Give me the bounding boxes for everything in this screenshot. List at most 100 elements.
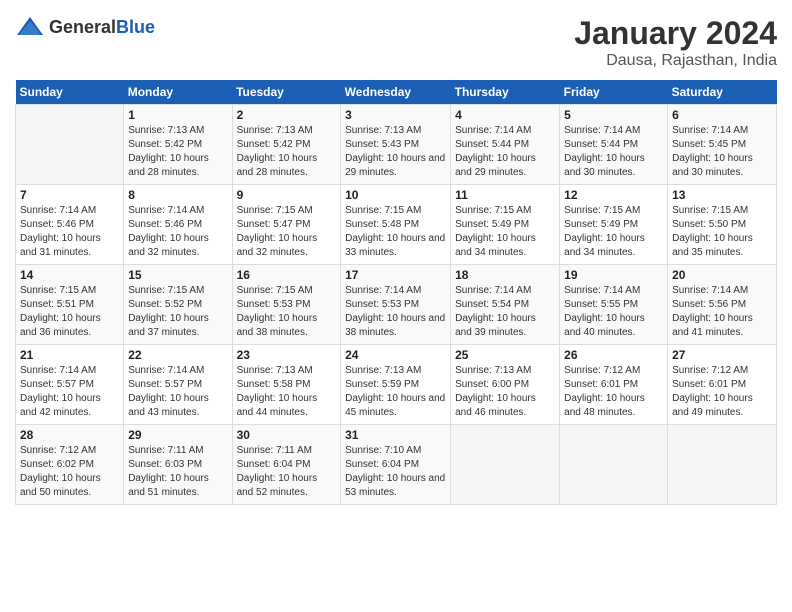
- title-section: January 2024 Dausa, Rajasthan, India: [574, 15, 777, 70]
- weekday-header-row: SundayMondayTuesdayWednesdayThursdayFrid…: [16, 80, 777, 105]
- logo-icon: [15, 15, 45, 39]
- calendar-cell: 4 Sunrise: 7:14 AMSunset: 5:44 PMDaylight…: [451, 105, 560, 185]
- day-info: Sunrise: 7:10 AMSunset: 6:04 PMDaylight:…: [345, 444, 446, 500]
- calendar-cell: 21 Sunrise: 7:14 AMSunset: 5:57 PMDayligh…: [16, 345, 124, 425]
- day-info: Sunrise: 7:14 AMSunset: 5:53 PMDaylight:…: [345, 284, 446, 340]
- calendar-cell: 1Sunrise: 7:13 AMSunset: 5:42 PMDaylight…: [124, 105, 232, 185]
- calendar-cell: 27Sunrise: 7:12 AMSunset: 6:01 PMDayligh…: [668, 345, 777, 425]
- day-number: 4: [455, 108, 555, 122]
- calendar-week-row: 7 Sunrise: 7:14 AMSunset: 5:46 PMDaylight…: [16, 185, 777, 265]
- day-info: Sunrise: 7:15 AMSunset: 5:48 PMDaylight:…: [345, 204, 446, 260]
- logo-general: General: [49, 17, 116, 37]
- day-info: Sunrise: 7:15 AMSunset: 5:49 PMDaylight:…: [455, 204, 555, 260]
- calendar-cell: 26 Sunrise: 7:12 AMSunset: 6:01 PMDayligh…: [560, 345, 668, 425]
- day-info: Sunrise: 7:13 AMSunset: 5:58 PMDaylight:…: [237, 364, 337, 420]
- day-number: 28: [20, 428, 119, 442]
- day-number: 14: [20, 268, 119, 282]
- calendar-cell: 19Sunrise: 7:14 AMSunset: 5:55 PMDayligh…: [560, 265, 668, 345]
- calendar-cell: 31 Sunrise: 7:10 AMSunset: 6:04 PMDayligh…: [341, 425, 451, 505]
- day-info: Sunrise: 7:13 AMSunset: 6:00 PMDaylight:…: [455, 364, 555, 420]
- day-info: Sunrise: 7:12 AMSunset: 6:02 PMDaylight:…: [20, 444, 119, 500]
- calendar-cell: 11Sunrise: 7:15 AMSunset: 5:49 PMDayligh…: [451, 185, 560, 265]
- day-number: 30: [237, 428, 337, 442]
- day-info: Sunrise: 7:14 AMSunset: 5:45 PMDaylight:…: [672, 124, 772, 180]
- day-info: Sunrise: 7:14 AMSunset: 5:56 PMDaylight:…: [672, 284, 772, 340]
- calendar-cell: 18Sunrise: 7:14 AMSunset: 5:54 PMDayligh…: [451, 265, 560, 345]
- calendar-cell: 22Sunrise: 7:14 AMSunset: 5:57 PMDayligh…: [124, 345, 232, 425]
- day-number: 24: [345, 348, 446, 362]
- day-number: 5: [564, 108, 663, 122]
- day-number: 13: [672, 188, 772, 202]
- day-number: 31: [345, 428, 446, 442]
- day-info: Sunrise: 7:11 AMSunset: 6:04 PMDaylight:…: [237, 444, 337, 500]
- day-info: Sunrise: 7:15 AMSunset: 5:49 PMDaylight:…: [564, 204, 663, 260]
- calendar-cell: 5Sunrise: 7:14 AMSunset: 5:44 PMDaylight…: [560, 105, 668, 185]
- calendar-title: January 2024: [574, 15, 777, 52]
- day-info: Sunrise: 7:15 AMSunset: 5:50 PMDaylight:…: [672, 204, 772, 260]
- calendar-cell: 2Sunrise: 7:13 AMSunset: 5:42 PMDaylight…: [232, 105, 341, 185]
- header-row: GeneralBlue January 2024 Dausa, Rajastha…: [15, 15, 777, 70]
- weekday-header: Wednesday: [341, 80, 451, 105]
- calendar-cell: 30 Sunrise: 7:11 AMSunset: 6:04 PMDayligh…: [232, 425, 341, 505]
- day-number: 23: [237, 348, 337, 362]
- weekday-header: Saturday: [668, 80, 777, 105]
- day-number: 8: [128, 188, 227, 202]
- calendar-cell: 10 Sunrise: 7:15 AMSunset: 5:48 PMDayligh…: [341, 185, 451, 265]
- day-info: Sunrise: 7:14 AMSunset: 5:55 PMDaylight:…: [564, 284, 663, 340]
- calendar-cell: 8 Sunrise: 7:14 AMSunset: 5:46 PMDaylight…: [124, 185, 232, 265]
- day-info: Sunrise: 7:12 AMSunset: 6:01 PMDaylight:…: [672, 364, 772, 420]
- calendar-cell: [16, 105, 124, 185]
- day-number: 16: [237, 268, 337, 282]
- calendar-cell: 9 Sunrise: 7:15 AMSunset: 5:47 PMDaylight…: [232, 185, 341, 265]
- calendar-cell: 25 Sunrise: 7:13 AMSunset: 6:00 PMDayligh…: [451, 345, 560, 425]
- calendar-cell: 15Sunrise: 7:15 AMSunset: 5:52 PMDayligh…: [124, 265, 232, 345]
- day-number: 15: [128, 268, 227, 282]
- day-number: 7: [20, 188, 119, 202]
- day-info: Sunrise: 7:14 AMSunset: 5:44 PMDaylight:…: [455, 124, 555, 180]
- day-number: 21: [20, 348, 119, 362]
- day-number: 26: [564, 348, 663, 362]
- calendar-cell: 23 Sunrise: 7:13 AMSunset: 5:58 PMDayligh…: [232, 345, 341, 425]
- calendar-table: SundayMondayTuesdayWednesdayThursdayFrid…: [15, 80, 777, 505]
- logo-text: GeneralBlue: [49, 17, 155, 38]
- day-info: Sunrise: 7:13 AMSunset: 5:42 PMDaylight:…: [237, 124, 337, 180]
- day-info: Sunrise: 7:14 AMSunset: 5:46 PMDaylight:…: [128, 204, 227, 260]
- calendar-week-row: 14 Sunrise: 7:15 AMSunset: 5:51 PMDayligh…: [16, 265, 777, 345]
- calendar-cell: 3 Sunrise: 7:13 AMSunset: 5:43 PMDaylight…: [341, 105, 451, 185]
- calendar-cell: 6Sunrise: 7:14 AMSunset: 5:45 PMDaylight…: [668, 105, 777, 185]
- day-info: Sunrise: 7:12 AMSunset: 6:01 PMDaylight:…: [564, 364, 663, 420]
- weekday-header: Monday: [124, 80, 232, 105]
- calendar-cell: [560, 425, 668, 505]
- calendar-cell: 14 Sunrise: 7:15 AMSunset: 5:51 PMDayligh…: [16, 265, 124, 345]
- logo-blue-text: Blue: [116, 17, 155, 37]
- day-number: 9: [237, 188, 337, 202]
- day-info: Sunrise: 7:15 AMSunset: 5:47 PMDaylight:…: [237, 204, 337, 260]
- weekday-header: Tuesday: [232, 80, 341, 105]
- weekday-header: Friday: [560, 80, 668, 105]
- calendar-cell: 13 Sunrise: 7:15 AMSunset: 5:50 PMDayligh…: [668, 185, 777, 265]
- day-number: 17: [345, 268, 446, 282]
- day-number: 1: [128, 108, 227, 122]
- day-number: 12: [564, 188, 663, 202]
- logo: GeneralBlue: [15, 15, 155, 39]
- calendar-cell: 24 Sunrise: 7:13 AMSunset: 5:59 PMDayligh…: [341, 345, 451, 425]
- calendar-subtitle: Dausa, Rajasthan, India: [574, 52, 777, 70]
- day-number: 10: [345, 188, 446, 202]
- calendar-cell: [451, 425, 560, 505]
- calendar-cell: 29Sunrise: 7:11 AMSunset: 6:03 PMDayligh…: [124, 425, 232, 505]
- day-info: Sunrise: 7:13 AMSunset: 5:43 PMDaylight:…: [345, 124, 446, 180]
- day-info: Sunrise: 7:15 AMSunset: 5:51 PMDaylight:…: [20, 284, 119, 340]
- calendar-cell: 17 Sunrise: 7:14 AMSunset: 5:53 PMDayligh…: [341, 265, 451, 345]
- day-info: Sunrise: 7:14 AMSunset: 5:46 PMDaylight:…: [20, 204, 119, 260]
- day-info: Sunrise: 7:13 AMSunset: 5:59 PMDaylight:…: [345, 364, 446, 420]
- day-info: Sunrise: 7:14 AMSunset: 5:54 PMDaylight:…: [455, 284, 555, 340]
- day-info: Sunrise: 7:14 AMSunset: 5:57 PMDaylight:…: [20, 364, 119, 420]
- weekday-header: Sunday: [16, 80, 124, 105]
- day-number: 3: [345, 108, 446, 122]
- calendar-week-row: 1 Sunrise: 7:13 AMSunset: 5:42 PMDaylight…: [16, 105, 777, 185]
- day-number: 25: [455, 348, 555, 362]
- calendar-cell: 7 Sunrise: 7:14 AMSunset: 5:46 PMDaylight…: [16, 185, 124, 265]
- calendar-week-row: 28 Sunrise: 7:12 AMSunset: 6:02 PMDayligh…: [16, 425, 777, 505]
- calendar-container: GeneralBlue January 2024 Dausa, Rajastha…: [0, 0, 792, 515]
- day-number: 20: [672, 268, 772, 282]
